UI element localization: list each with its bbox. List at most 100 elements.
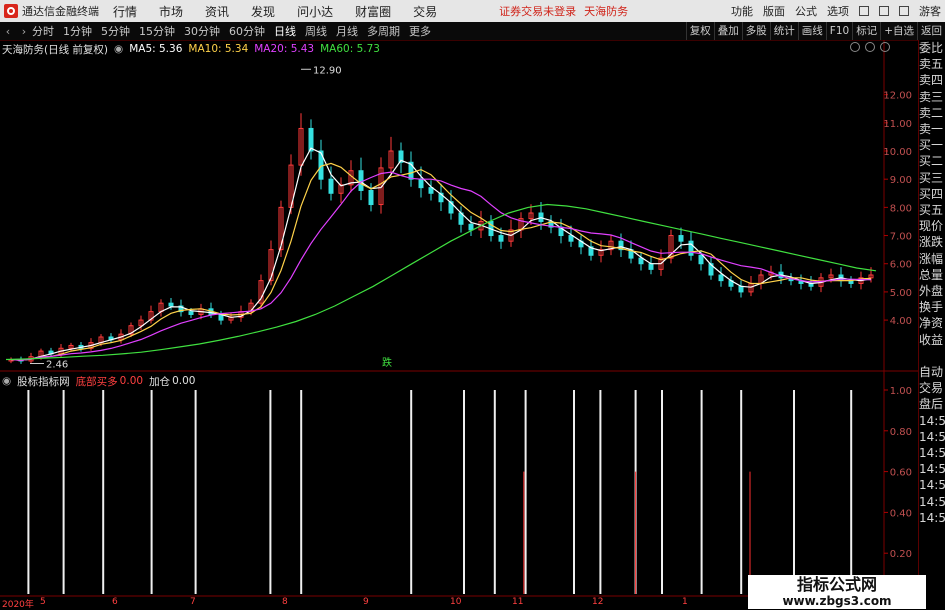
high-price-label: 12.90 (313, 65, 342, 76)
chart-controls (845, 42, 890, 52)
x-axis-date-label: 2020年 (2, 600, 34, 610)
y-axis-label: 9.00 (890, 175, 912, 186)
side-panel-item: 买二 (919, 154, 944, 169)
indicator-series2-value: 0.00 (172, 375, 196, 387)
sub-y-axis-label: 0.80 (890, 427, 912, 438)
side-panel-item: 涨跌 (919, 235, 944, 250)
guest-label[interactable]: 游客 (919, 3, 941, 19)
side-panel-item: 涨幅 (919, 251, 944, 266)
candle-body (328, 178, 334, 194)
ma-settings-icon[interactable]: ◉ (114, 43, 123, 55)
side-panel-item (919, 348, 945, 364)
sub-chart-info: ◉ 股标指标网 底部买多 0.00 加仓 0.00 (2, 374, 201, 388)
side-panel-item: 换手 (919, 300, 944, 315)
candle-body (568, 235, 574, 242)
side-panel-item: 14:50 (919, 494, 945, 509)
chart-title: 天海防务(日线 前复权) (2, 43, 109, 56)
side-panel-item: 买五 (919, 203, 944, 218)
y-axis-label: 7.00 (890, 232, 912, 243)
y-axis-label: 8.00 (890, 203, 912, 214)
ma60-line (5, 203, 877, 361)
side-panel-item: 14:50 (919, 478, 945, 493)
candle-body (418, 178, 424, 189)
side-panel-item: 14:50 (919, 429, 945, 444)
x-axis-date-label: 10 (450, 597, 462, 607)
indicator-series1: 底部买多 (75, 375, 118, 388)
side-panel-item: 现价 (919, 219, 944, 234)
y-axis-label: 11.00 (883, 119, 912, 130)
y-axis-label: 4.00 (890, 316, 912, 327)
side-panel-item: 卖三 (919, 89, 944, 104)
drop-marker-label: 跌 (382, 356, 392, 369)
price-chart[interactable]: 12.0011.0010.009.008.007.006.005.004.001… (0, 0, 918, 609)
side-panel-item: 自动 (919, 365, 944, 380)
sub-y-axis-label: 0.20 (890, 549, 912, 560)
candle-body (648, 263, 654, 270)
side-panel-item: 卖一 (919, 122, 944, 137)
indicator-title: 股标指标网 (17, 375, 70, 388)
x-axis-date-label: 6 (112, 597, 118, 607)
indicator-settings-icon[interactable]: ◉ (2, 375, 11, 387)
candle-body (688, 240, 694, 256)
candle-body (468, 223, 474, 231)
y-axis-label: 6.00 (890, 260, 912, 271)
ma20-label: MA20: 5.43 (254, 43, 315, 55)
x-axis-date-label: 7 (190, 597, 196, 607)
side-panel-item: 外盘 (919, 284, 944, 299)
x-axis-date-label: 8 (282, 597, 288, 607)
side-panel-item: 14:50 (919, 462, 945, 477)
candle-body (698, 254, 704, 265)
side-panel-item: 14:50 (919, 446, 945, 461)
side-panel-item: 委比 (919, 41, 944, 55)
ma10-label: MA10: 5.34 (188, 43, 249, 55)
candle-body (368, 189, 374, 206)
side-panel-item: 总量 (919, 267, 944, 282)
sub-y-axis-label: 1.00 (890, 386, 912, 397)
ma5-label: MA5: 5.36 (129, 43, 183, 55)
side-panel-item: 盘后 (919, 397, 944, 412)
candle-body (498, 235, 504, 242)
side-panel-item: 净资 (919, 316, 944, 331)
ma60-label: MA60: 5.73 (320, 43, 380, 55)
candle-body (188, 311, 194, 315)
x-axis-date-label: 9 (363, 597, 369, 607)
side-panel-item: 卖二 (919, 105, 944, 120)
y-axis-label: 5.00 (890, 288, 912, 299)
chart-settings-icon[interactable] (850, 42, 860, 52)
indicator-series1-value: 0.00 (119, 375, 144, 387)
side-panel-item: 卖四 (919, 73, 944, 88)
chart-close-icon[interactable] (880, 42, 890, 52)
candle-body (168, 302, 174, 307)
candle-body (738, 285, 744, 293)
sub-y-axis-label: 0.40 (890, 508, 912, 519)
x-axis-date-label: 1 (682, 597, 688, 607)
back-button[interactable]: 返回 (917, 22, 945, 40)
x-axis-date-label: 12 (592, 597, 604, 607)
low-price-label: 2.46 (46, 359, 68, 370)
side-panel-item: 买四 (919, 186, 944, 201)
watermark-title: 指标公式网 (796, 575, 877, 594)
candle-body (358, 170, 364, 191)
quote-side-panel: 委比卖五 卖四 卖三 卖二卖一 买一 买二 买三 买四买五 现价 涨跌 涨幅 总量外盘 换手 净资 收益 自… (918, 40, 945, 609)
candle-body (638, 257, 644, 265)
side-panel-item: 收益 (919, 332, 944, 347)
x-axis-date-label: 11 (512, 597, 524, 607)
candle-body (718, 274, 724, 282)
side-panel-item: 14:50 (919, 413, 945, 428)
side-panel-item: 14:50 (919, 510, 945, 525)
y-axis-label: 10.00 (883, 147, 912, 158)
y-axis-label: 12.00 (883, 91, 912, 102)
ma5-line (10, 147, 872, 361)
side-panel-item: 卖五 (919, 57, 944, 72)
chart-zoom-icon[interactable] (865, 42, 875, 52)
main-chart-info: 天海防务(日线 前复权) ◉ MA5: 5.36 MA10: 5.34 MA20… (2, 42, 386, 56)
side-panel-item: 买一 (919, 138, 944, 153)
watermark-url: www.zbgs3.com (782, 594, 892, 608)
sub-y-axis-label: 0.60 (890, 468, 912, 479)
watermark-banner: 指标公式网 www.zbgs3.com (748, 575, 926, 609)
side-panel-item: 交易 (919, 381, 944, 396)
x-axis-date-label: 5 (40, 597, 46, 607)
candle-body (678, 235, 684, 242)
indicator-series2: 加仓 (149, 375, 171, 388)
side-panel-item: 买三 (919, 170, 944, 185)
